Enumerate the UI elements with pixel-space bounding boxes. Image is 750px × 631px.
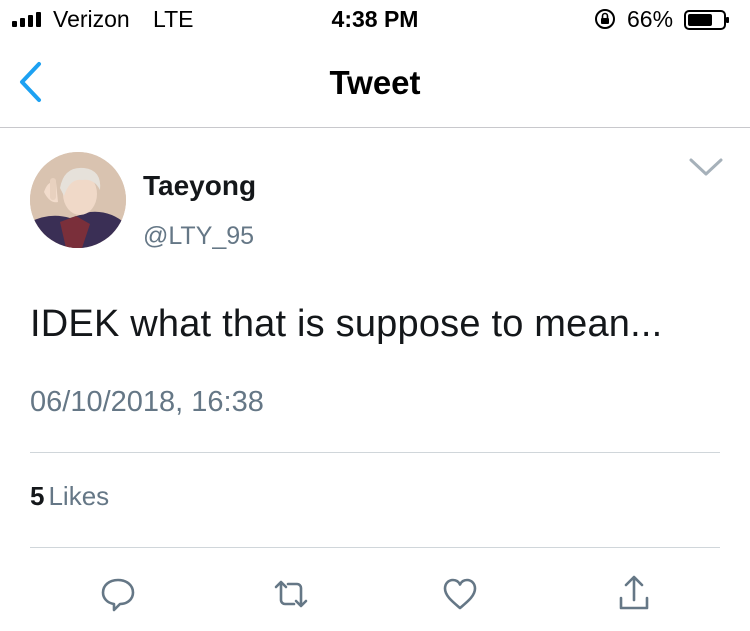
tweet-menu-button[interactable]: [686, 152, 726, 182]
status-bar: Verizon LTE 4:38 PM 66%: [0, 0, 750, 40]
divider: [30, 547, 720, 548]
tweet-text: IDEK what that is suppose to mean...: [30, 303, 663, 345]
tweet-detail-screen: Verizon LTE 4:38 PM 66% Tweet Taeyong @L…: [0, 0, 750, 631]
retweet-icon: [274, 580, 308, 608]
battery-percent: 66%: [627, 6, 674, 32]
reply-button[interactable]: [96, 572, 140, 616]
retweet-button[interactable]: [269, 572, 313, 616]
orientation-lock-icon: [595, 9, 615, 29]
chevron-down-icon: [689, 158, 723, 176]
author-handle[interactable]: @LTY_95: [143, 222, 254, 251]
like-icon: [443, 578, 477, 610]
likes-label: Likes: [48, 481, 110, 511]
divider: [30, 452, 720, 453]
page-title: Tweet: [329, 64, 421, 101]
likes-count-link[interactable]: 5 Likes: [30, 481, 109, 512]
like-button[interactable]: [438, 572, 482, 616]
avatar-photo: [30, 152, 126, 248]
avatar[interactable]: [30, 152, 126, 248]
share-button[interactable]: [612, 572, 656, 616]
battery-icon: [684, 10, 729, 30]
share-icon: [619, 575, 649, 610]
navigation-bar: Tweet: [0, 40, 750, 128]
author-name[interactable]: Taeyong: [143, 170, 256, 202]
reply-icon: [101, 578, 135, 612]
likes-count: 5: [30, 481, 45, 511]
tweet-timestamp: 06/10/2018, 16:38: [30, 386, 264, 418]
